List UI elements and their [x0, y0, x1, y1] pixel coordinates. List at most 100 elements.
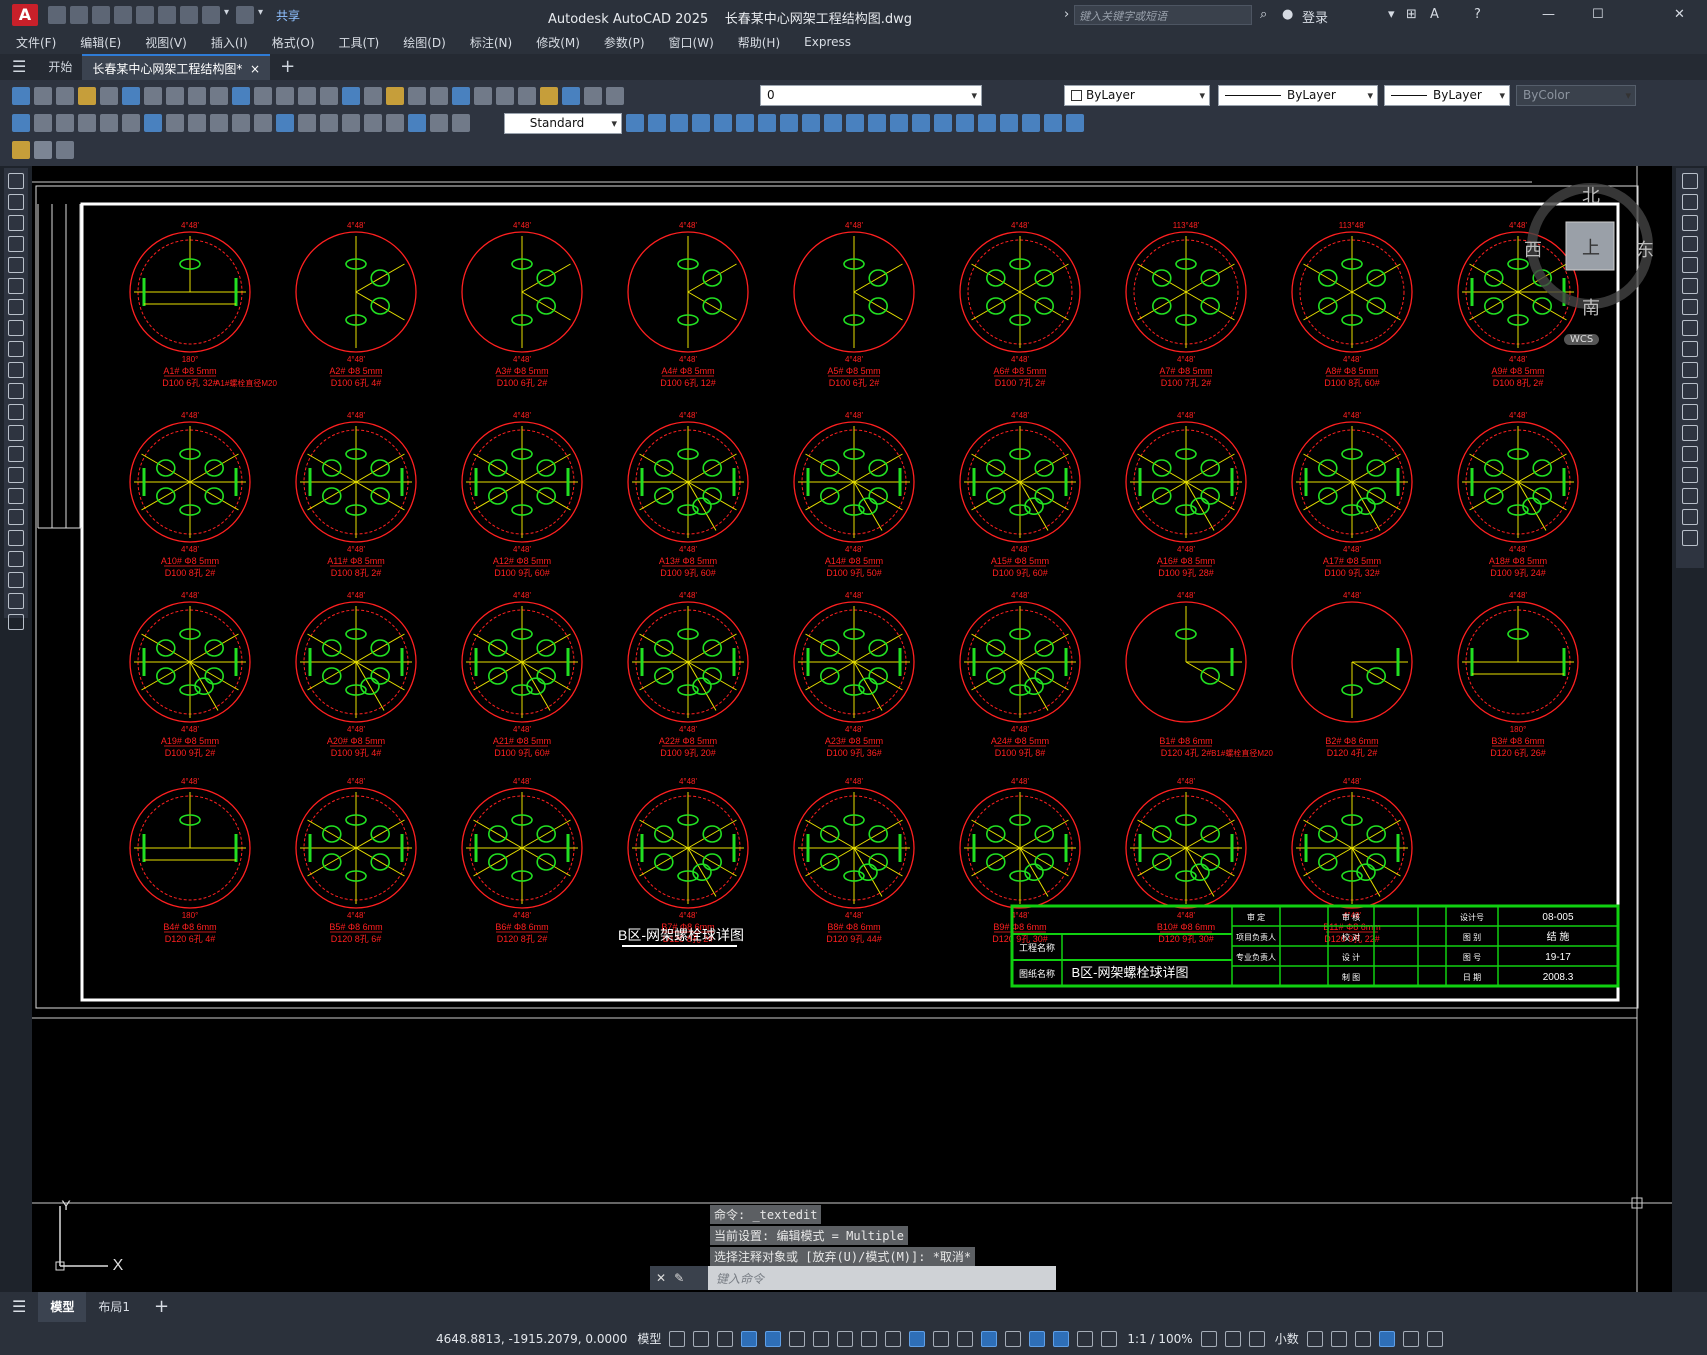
- annotation-monitor-icon[interactable]: [1224, 1330, 1241, 1347]
- command-input[interactable]: 键入命令: [708, 1266, 1056, 1290]
- modify-tool-6-icon[interactable]: [1682, 278, 1698, 294]
- 3d-tool-3-icon[interactable]: [648, 114, 666, 132]
- properties-icon[interactable]: [364, 87, 382, 105]
- dim-continue-icon[interactable]: [232, 114, 250, 132]
- dim-diameter-icon[interactable]: [144, 114, 162, 132]
- menu-express[interactable]: Express: [804, 35, 851, 49]
- print-icon[interactable]: [78, 87, 96, 105]
- menu-modify[interactable]: 修改(M): [536, 34, 580, 51]
- 3d-tool-20-icon[interactable]: [1022, 114, 1040, 132]
- sheetset-icon[interactable]: [430, 87, 448, 105]
- dim-radius-icon[interactable]: [100, 114, 118, 132]
- layer-color-icon[interactable]: [606, 87, 624, 105]
- redo-icon[interactable]: [254, 87, 272, 105]
- zoom-realtime-icon[interactable]: [298, 87, 316, 105]
- save-icon[interactable]: [92, 6, 110, 24]
- jogged-linear-icon[interactable]: [364, 114, 382, 132]
- edit-attribute-icon[interactable]: [12, 141, 30, 159]
- modify-tool-16-icon[interactable]: [1682, 488, 1698, 504]
- tab-layout1[interactable]: 布局1: [86, 1292, 142, 1322]
- menu-draw[interactable]: 绘图(D): [403, 34, 446, 51]
- pan-icon[interactable]: [276, 87, 294, 105]
- cut-icon[interactable]: [144, 87, 162, 105]
- viewcube-north[interactable]: 北: [1582, 182, 1600, 208]
- block-editor-icon[interactable]: [34, 141, 52, 159]
- isolate-objects-icon[interactable]: [1354, 1330, 1371, 1347]
- draw-tool-4-icon[interactable]: [8, 236, 24, 252]
- close-icon[interactable]: ✕: [1674, 7, 1685, 22]
- 3d-tool-15-icon[interactable]: [912, 114, 930, 132]
- modify-tool-15-icon[interactable]: [1682, 467, 1698, 483]
- save-icon[interactable]: [56, 87, 74, 105]
- graphics-performance-icon[interactable]: [1378, 1330, 1395, 1347]
- 3d-tool-21-icon[interactable]: [1044, 114, 1062, 132]
- customize-icon[interactable]: [1426, 1330, 1443, 1347]
- draw-tool-15-icon[interactable]: [8, 467, 24, 483]
- maximize-icon[interactable]: ☐: [1592, 7, 1604, 22]
- draw-tool-10-icon[interactable]: [8, 362, 24, 378]
- new-icon[interactable]: [12, 87, 30, 105]
- minimize-icon[interactable]: —: [1542, 7, 1555, 22]
- draw-tool-19-icon[interactable]: [8, 551, 24, 567]
- center-mark-icon[interactable]: [320, 114, 338, 132]
- draw-tool-8-icon[interactable]: [8, 320, 24, 336]
- dim-arc-icon[interactable]: [56, 114, 74, 132]
- menu-file[interactable]: 文件(F): [16, 34, 56, 51]
- textstyle-dropdown[interactable]: Standard: [504, 113, 622, 134]
- layer-walk-icon[interactable]: [56, 141, 74, 159]
- 3d-tool-8-icon[interactable]: [758, 114, 776, 132]
- layer-lock-icon[interactable]: [584, 87, 602, 105]
- selection-filter-icon[interactable]: [1005, 1330, 1022, 1347]
- 3d-tool-18-icon[interactable]: [978, 114, 996, 132]
- workspace-gear-icon[interactable]: [1200, 1330, 1217, 1347]
- lineweight-dropdown[interactable]: ByLayer: [1384, 85, 1510, 106]
- annotation-visibility-icon[interactable]: [1053, 1330, 1070, 1347]
- dynamic-input-icon[interactable]: [741, 1330, 758, 1347]
- lineweight-icon[interactable]: [885, 1330, 902, 1347]
- dim-aligned-icon[interactable]: [34, 114, 52, 132]
- 3d-tool-9-icon[interactable]: [780, 114, 798, 132]
- matchprop-icon[interactable]: [210, 87, 228, 105]
- menu-format[interactable]: 格式(O): [272, 34, 315, 51]
- publish-icon[interactable]: [136, 6, 154, 24]
- plotstyle-dropdown[interactable]: ByColor: [1516, 85, 1636, 106]
- modify-tool-3-icon[interactable]: [1682, 215, 1698, 231]
- undo-icon[interactable]: [202, 6, 220, 24]
- 3d-tool-17-icon[interactable]: [956, 114, 974, 132]
- cart-icon[interactable]: ⊞: [1406, 7, 1417, 22]
- 3d-tool-12-icon[interactable]: [846, 114, 864, 132]
- transparency-icon[interactable]: [909, 1330, 926, 1347]
- gizmo-icon[interactable]: [1029, 1330, 1046, 1347]
- model-space-button[interactable]: 模型: [637, 1330, 661, 1347]
- modify-tool-7-icon[interactable]: [1682, 299, 1698, 315]
- draw-tool-20-icon[interactable]: [8, 572, 24, 588]
- object-snap-icon[interactable]: [861, 1330, 878, 1347]
- redo-icon[interactable]: [236, 6, 254, 24]
- dim-baseline-icon[interactable]: [210, 114, 228, 132]
- 3d-tool-10-icon[interactable]: [802, 114, 820, 132]
- markup-icon[interactable]: [452, 87, 470, 105]
- designcenter-icon[interactable]: [386, 87, 404, 105]
- modify-tool-18-icon[interactable]: [1682, 530, 1698, 546]
- save-as-icon[interactable]: [114, 6, 132, 24]
- 3d-tool-14-icon[interactable]: [890, 114, 908, 132]
- modify-tool-2-icon[interactable]: [1682, 194, 1698, 210]
- draw-tool-3-icon[interactable]: [8, 215, 24, 231]
- quick-properties-icon[interactable]: [1306, 1330, 1323, 1347]
- viewcube-west[interactable]: 西: [1524, 236, 1542, 262]
- draw-tool-21-icon[interactable]: [8, 593, 24, 609]
- undo-dropdown-icon[interactable]: [224, 6, 232, 24]
- wcs-menu[interactable]: WCS: [1564, 334, 1600, 345]
- dim-update-icon[interactable]: [430, 114, 448, 132]
- polar-tracking-icon[interactable]: [789, 1330, 806, 1347]
- 3d-tool-11-icon[interactable]: [824, 114, 842, 132]
- 3d-tool-6-icon[interactable]: [714, 114, 732, 132]
- 3d-osnap-icon[interactable]: [957, 1330, 974, 1347]
- dim-break-icon[interactable]: [276, 114, 294, 132]
- infer-constraints-icon[interactable]: [717, 1330, 734, 1347]
- draw-tool-1-icon[interactable]: [8, 173, 24, 189]
- hamburger-menu-icon[interactable]: ☰: [0, 54, 38, 80]
- auto-scale-icon[interactable]: [1077, 1330, 1094, 1347]
- menu-view[interactable]: 视图(V): [145, 34, 187, 51]
- modify-tool-5-icon[interactable]: [1682, 257, 1698, 273]
